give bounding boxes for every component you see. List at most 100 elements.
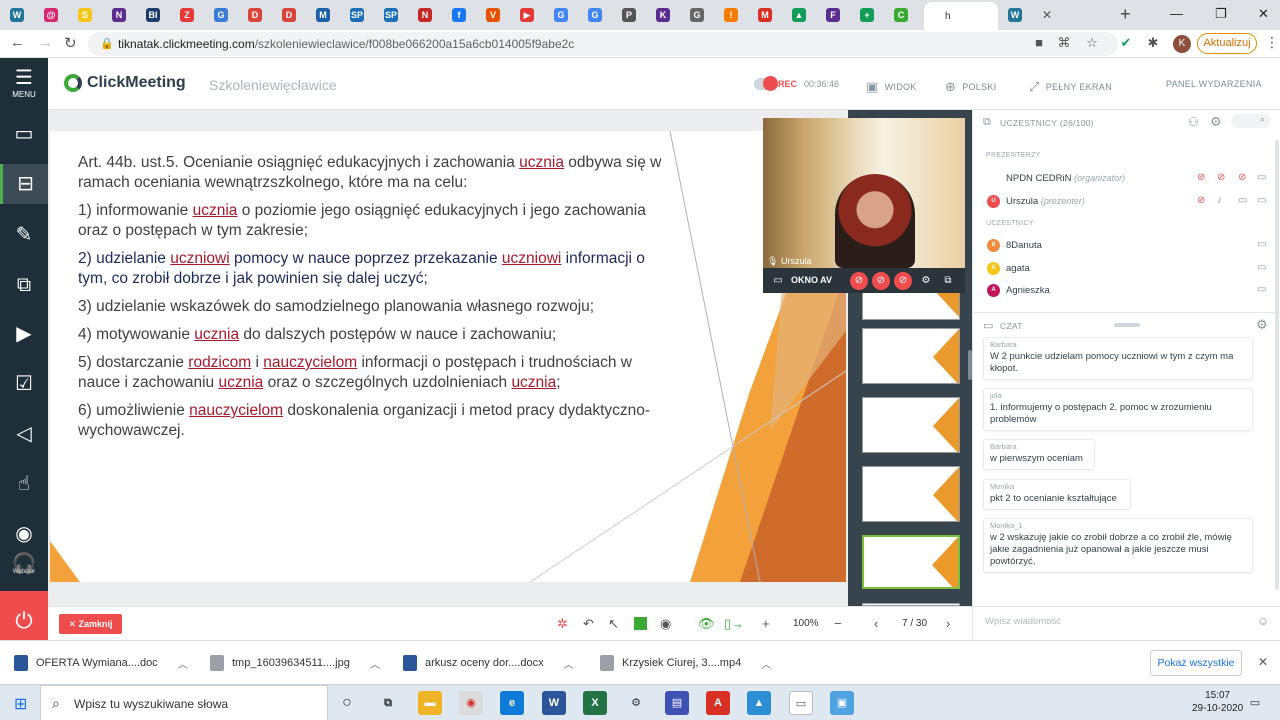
dot-icon[interactable]: ◉	[660, 616, 671, 632]
participant-row[interactable]: NPDN CEDRiN (organizator) ⊘ ⊘ ⊘ ▭	[987, 168, 1267, 188]
screen-icon[interactable]: ▭	[1257, 262, 1266, 273]
speaker-off-icon[interactable]: ⊘	[894, 272, 912, 290]
browser-tab[interactable]: K	[652, 3, 686, 27]
close-icon[interactable]: ✕	[1258, 655, 1268, 669]
next-slide-icon[interactable]: ›	[946, 616, 950, 631]
chevron-up-icon[interactable]: ︿	[761, 656, 771, 671]
browser-tab[interactable]: V	[482, 3, 516, 27]
download-item[interactable]: tmp_16039634511....jpg ︿	[210, 653, 380, 673]
eye-icon[interactable]: 👁	[698, 616, 715, 632]
participant-row[interactable]: U Urszula (prezenter) ⊘ ♪ ▭ ▭	[987, 191, 1267, 211]
cta-icon[interactable]: ◁	[0, 414, 48, 454]
new-tab-button[interactable]: +	[1120, 4, 1131, 25]
acrobat-icon[interactable]: A	[706, 691, 730, 715]
add-user-icon[interactable]: ⚇	[1188, 115, 1199, 129]
photos-icon[interactable]: ▲	[747, 691, 771, 715]
panel-scrollbar[interactable]	[1275, 140, 1279, 590]
reload-icon[interactable]: ↻	[64, 34, 77, 52]
taskbar-search[interactable]: ⌕ Wpisz tu wyszukiwane słowa	[40, 685, 328, 720]
screen-share-icon[interactable]: ⧉	[0, 265, 48, 305]
settings-icon[interactable]: ⚙	[1256, 317, 1268, 333]
show-all-button[interactable]: Pokaż wszystkie	[1150, 650, 1242, 676]
screen-icon[interactable]: ▭	[1257, 195, 1266, 206]
browser-tab[interactable]: W	[6, 3, 40, 27]
star-icon[interactable]: ☆	[1084, 35, 1100, 51]
clock[interactable]: 15:07 29-10-2020	[1192, 689, 1243, 715]
color-icon[interactable]	[634, 617, 647, 630]
file-explorer-icon[interactable]: ▬	[418, 691, 442, 715]
mic-icon[interactable]: ♪	[1217, 195, 1222, 206]
profile-avatar[interactable]: K	[1173, 35, 1191, 53]
camera-off-icon[interactable]: ⊘	[850, 272, 868, 290]
download-item[interactable]: arkusz oceny dor....docx ︿	[403, 653, 574, 673]
browser-tab[interactable]: C	[890, 3, 924, 27]
more-menu-icon[interactable]: ⋮	[1265, 34, 1279, 51]
headset-icon[interactable]: 🎧	[0, 544, 48, 584]
participant-row[interactable]: A agata ▭	[987, 258, 1267, 278]
browser-tab[interactable]: N	[108, 3, 142, 27]
emoji-icon[interactable]: ☺	[1257, 614, 1269, 628]
mic-off-icon[interactable]: ⊘	[872, 272, 890, 290]
rec-toggle[interactable]	[754, 76, 778, 91]
survey-icon[interactable]: ☑	[0, 364, 48, 404]
popout-icon[interactable]: ⧉	[939, 272, 957, 290]
browser-tab[interactable]: @	[40, 3, 74, 27]
notification-icon[interactable]: ▭	[1243, 691, 1267, 715]
fullscreen-button[interactable]: ⤢ PEŁNY EKRAN	[1029, 79, 1112, 95]
update-button[interactable]: Aktualizuj	[1197, 33, 1257, 54]
settings-icon[interactable]: ⚙	[624, 691, 648, 715]
browser-tab[interactable]: SP	[346, 3, 380, 27]
screen-icon[interactable]: ▭	[1257, 172, 1266, 183]
slide-thumbnail[interactable]	[862, 397, 960, 453]
settings-icon[interactable]: ⚙	[1210, 114, 1222, 130]
chevron-up-icon[interactable]: ︿	[564, 656, 574, 671]
chrome-icon[interactable]: ◉	[459, 691, 483, 715]
word-icon[interactable]: W	[542, 691, 566, 715]
forward-icon[interactable]: →	[38, 34, 53, 51]
excel-icon[interactable]: X	[583, 691, 607, 715]
close-presentation-button[interactable]: ✕ Zamknij	[59, 614, 122, 634]
maximize-icon[interactable]: ❐	[1215, 6, 1227, 22]
app-icon[interactable]: ▣	[830, 691, 854, 715]
edge-icon[interactable]: e	[500, 691, 524, 715]
chat-input[interactable]: Wpisz wiadomość	[985, 616, 1061, 627]
settings-icon[interactable]: ⚙	[917, 272, 935, 290]
cortana-icon[interactable]: ○	[335, 691, 359, 715]
browser-tab[interactable]: M	[754, 3, 788, 27]
camera-off-icon[interactable]: ⊘	[1197, 195, 1205, 206]
camera-off-icon[interactable]: ⊘	[1238, 172, 1246, 183]
language-button[interactable]: ⊕ POLSKI	[945, 79, 997, 95]
browser-tab[interactable]: D	[278, 3, 312, 27]
address-bar[interactable]: 🔒 tiknatak.clickmeeting.com/szkoleniewie…	[88, 32, 1118, 56]
browser-tab[interactable]: ▶	[516, 3, 550, 27]
presentation-icon[interactable]: ⊟	[0, 164, 48, 204]
pointer-icon[interactable]: ↖	[608, 616, 619, 632]
download-item[interactable]: Krzysiek Ciurej, 3....mp4 ︿	[600, 653, 771, 673]
notepad-icon[interactable]: ▭	[789, 691, 813, 715]
task-view-icon[interactable]: ⧉	[376, 691, 400, 715]
slide-thumbnail[interactable]	[862, 466, 960, 522]
app-icon[interactable]: ▤	[665, 691, 689, 715]
slide-thumbnail[interactable]	[862, 328, 960, 384]
extension-check-icon[interactable]: ✔	[1118, 35, 1134, 51]
windows-start-icon[interactable]: ⊞	[14, 694, 27, 714]
participant-row[interactable]: 8 8Danuta ▭	[987, 235, 1267, 255]
chevron-up-icon[interactable]: ︿	[370, 656, 380, 671]
browser-tab[interactable]: SP	[380, 3, 414, 27]
zoom-out-icon[interactable]: −	[834, 616, 842, 631]
whiteboard-icon[interactable]: ✎	[0, 215, 48, 255]
screen-icon[interactable]: ▭	[1257, 239, 1266, 250]
browser-tab[interactable]: N	[414, 3, 448, 27]
browser-tab[interactable]: ▲	[788, 3, 822, 27]
participant-row[interactable]: A Agnieszka ▭	[987, 280, 1267, 300]
browser-tab[interactable]: f	[448, 3, 482, 27]
close-window-icon[interactable]: ✕	[1258, 6, 1269, 22]
puzzle-icon[interactable]: ✱	[1145, 35, 1161, 51]
translate-icon[interactable]: ⌘	[1056, 35, 1072, 51]
prev-slide-icon[interactable]: ‹	[874, 616, 878, 631]
search-icon[interactable]: ⌕	[1231, 114, 1271, 128]
mic-off-icon[interactable]: ⊘	[1217, 172, 1225, 183]
slide-thumbnail-active[interactable]	[862, 535, 960, 589]
browser-tab[interactable]: G	[210, 3, 244, 27]
minimize-icon[interactable]: —	[1170, 6, 1183, 21]
